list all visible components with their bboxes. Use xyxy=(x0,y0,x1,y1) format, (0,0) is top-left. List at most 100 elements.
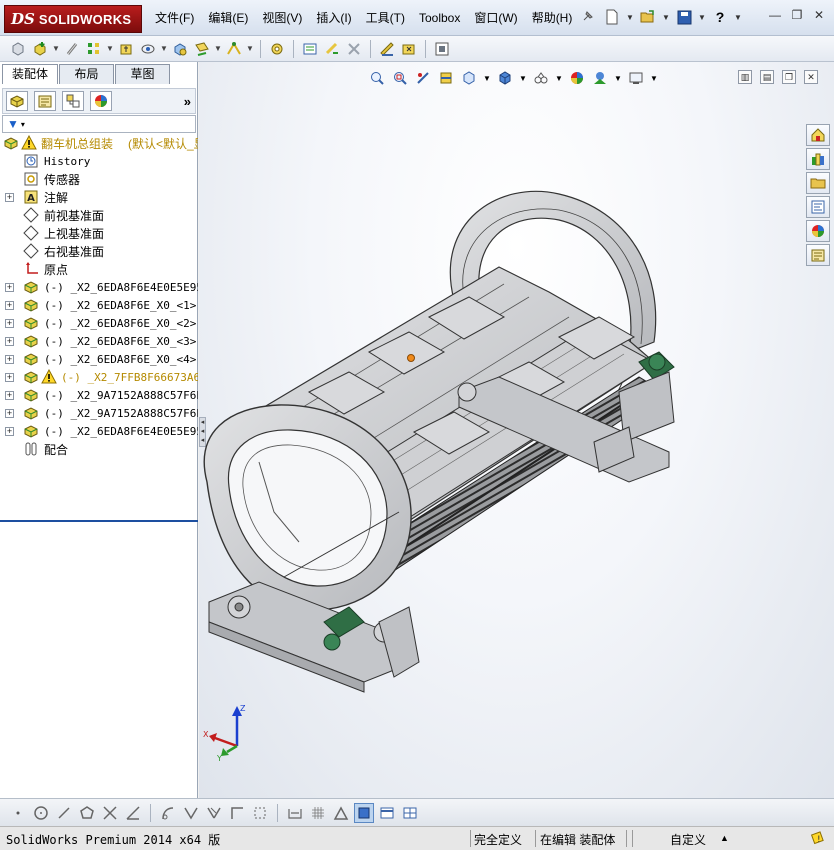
tree-item-component[interactable]: + (-) _X2_6EDA8F6E4E0E5E955F xyxy=(0,422,198,440)
move-component-icon[interactable] xyxy=(116,39,136,59)
motion-dropdown-icon[interactable]: ▼ xyxy=(246,44,254,53)
circle-icon[interactable] xyxy=(31,803,51,823)
insert-components-icon[interactable] xyxy=(30,39,50,59)
configuration-manager-icon[interactable] xyxy=(62,91,84,111)
expand-toggle[interactable]: + xyxy=(5,300,14,310)
shaded-sketch-icon[interactable] xyxy=(354,802,374,823)
mate-icon[interactable] xyxy=(62,39,82,59)
tree-item-component[interactable]: + (-) _X2_6EDA8F6E_X0_<1> ( xyxy=(0,296,198,314)
offset-icon[interactable] xyxy=(158,803,178,823)
interference-detection-icon[interactable] xyxy=(344,39,364,59)
clearance-icon[interactable] xyxy=(377,39,397,59)
tree-item-component[interactable]: + (-) _X2_6EDA8F6E_X0_<3> ( xyxy=(0,332,198,350)
menu-help[interactable]: 帮助(H) xyxy=(525,9,580,27)
save-icon[interactable] xyxy=(673,6,695,28)
graphics-area[interactable]: ◂ ◂ ◂ ▼ ▼ ▼ ▼ ▼ ▥ ▤ ❐ ✕ Z X Y xyxy=(199,62,834,798)
expand-toggle[interactable]: + xyxy=(5,336,14,346)
new-motion-study-icon[interactable] xyxy=(224,39,244,59)
pattern-dropdown-icon[interactable]: ▼ xyxy=(106,44,114,53)
tree-item-sensors[interactable]: 传感器 xyxy=(0,170,198,188)
units-dropdown-icon[interactable]: ▲ xyxy=(720,833,729,843)
insert-dropdown-icon[interactable]: ▼ xyxy=(52,44,60,53)
instant3d-icon[interactable] xyxy=(399,39,419,59)
line-icon[interactable] xyxy=(54,803,74,823)
restore-icon[interactable]: ❐ xyxy=(788,7,806,23)
expand-toggle[interactable]: + xyxy=(5,318,14,328)
explode-line-sketch-icon[interactable] xyxy=(322,39,342,59)
tree-item-annotations[interactable]: + A 注解 xyxy=(0,188,198,206)
solidworks-logo[interactable]: DS SOLIDWORKS xyxy=(4,5,142,33)
close-icon[interactable]: ✕ xyxy=(810,7,828,23)
save-dropdown-icon[interactable]: ▼ xyxy=(698,13,706,22)
help-icon[interactable]: ? xyxy=(709,6,731,28)
menu-toolbox[interactable]: Toolbox xyxy=(412,9,467,27)
tree-item-top-plane[interactable]: 上视基准面 xyxy=(0,224,198,242)
expand-toggle[interactable]: + xyxy=(5,282,14,292)
expand-toggle[interactable]: + xyxy=(5,390,14,400)
polygon-icon[interactable] xyxy=(77,803,97,823)
minimize-icon[interactable]: — xyxy=(766,7,784,23)
menu-file[interactable]: 文件(F) xyxy=(148,9,201,27)
expand-toggle[interactable]: + xyxy=(5,354,14,364)
property-manager-icon[interactable] xyxy=(34,91,56,111)
new-dropdown-icon[interactable]: ▼ xyxy=(626,13,634,22)
rebuild-status-icon[interactable]: ! xyxy=(810,830,826,846)
expand-toggle[interactable]: + xyxy=(5,372,14,382)
centerpoint-rectangle-icon[interactable] xyxy=(250,803,270,823)
relations-icon[interactable] xyxy=(331,803,351,823)
expand-toggle[interactable]: + xyxy=(5,408,14,418)
expand-panel-icon[interactable]: » xyxy=(184,94,191,109)
tree-filter[interactable]: ▼ ▾ xyxy=(2,115,196,133)
open-dropdown-icon[interactable]: ▼ xyxy=(662,13,670,22)
extend-icon[interactable] xyxy=(123,803,143,823)
corner-rectangle-icon[interactable] xyxy=(227,803,247,823)
mirror-icon[interactable] xyxy=(181,803,201,823)
smart-dimension-icon[interactable] xyxy=(285,803,305,823)
tree-item-component[interactable]: + (-) _X2_9A7152A888C57F6E7 xyxy=(0,404,198,422)
refgeom-dropdown-icon[interactable]: ▼ xyxy=(214,44,222,53)
edit-component-icon[interactable] xyxy=(8,39,28,59)
assembly-features-icon[interactable] xyxy=(170,39,190,59)
filter-dropdown-icon[interactable]: ▾ xyxy=(21,120,25,129)
expand-toggle[interactable]: + xyxy=(5,426,14,436)
point-icon[interactable] xyxy=(8,803,28,823)
tree-item-component[interactable]: + (-) _X2_6EDA8F6E_X0_<4> ( xyxy=(0,350,198,368)
menu-insert[interactable]: 插入(I) xyxy=(309,9,358,27)
tree-item-front-plane[interactable]: 前视基准面 xyxy=(0,206,198,224)
assembly-model[interactable] xyxy=(199,62,834,798)
bill-of-materials-icon[interactable] xyxy=(267,39,287,59)
trim-icon[interactable] xyxy=(100,803,120,823)
tree-item-right-plane[interactable]: 右视基准面 xyxy=(0,242,198,260)
pin-icon[interactable] xyxy=(576,6,598,28)
tree-item-component[interactable]: + (-) _X2_9A7152A888C57F6E7 xyxy=(0,386,198,404)
table-icon[interactable] xyxy=(400,803,420,823)
menu-edit[interactable]: 编辑(E) xyxy=(201,9,255,27)
tree-item-history[interactable]: History xyxy=(0,152,198,170)
help-dropdown-icon[interactable]: ▼ xyxy=(734,13,742,22)
tree-root[interactable]: 翻车机总组装 (默认<默认_显 xyxy=(0,134,198,152)
fillet-icon[interactable] xyxy=(204,803,224,823)
menu-tools[interactable]: 工具(T) xyxy=(359,9,412,27)
feature-manager-icon[interactable] xyxy=(6,91,28,111)
menu-view[interactable]: 视图(V) xyxy=(255,9,309,27)
snapshot-icon[interactable] xyxy=(432,39,452,59)
box-view-icon[interactable] xyxy=(377,803,397,823)
show-dropdown-icon[interactable]: ▼ xyxy=(160,44,168,53)
reference-geometry-icon[interactable] xyxy=(192,39,212,59)
tree-item-component[interactable]: + (-) _X2_6EDA8F6E4E0E5E955F xyxy=(0,278,198,296)
grid-icon[interactable] xyxy=(308,803,328,823)
open-icon[interactable] xyxy=(637,6,659,28)
tree-item-component-warning[interactable]: + (-) _X2_7FFB8F66673A672 xyxy=(0,368,198,386)
status-units[interactable]: 自定义 xyxy=(670,831,706,848)
expand-toggle[interactable]: + xyxy=(5,192,14,202)
tab-assembly[interactable]: 装配体 xyxy=(2,64,58,84)
new-document-icon[interactable] xyxy=(601,6,623,28)
tab-sketch[interactable]: 草图 xyxy=(115,64,170,84)
display-manager-icon[interactable] xyxy=(90,91,112,111)
tree-item-origin[interactable]: 原点 xyxy=(0,260,198,278)
tree-item-mates[interactable]: 配合 xyxy=(0,440,198,458)
linear-pattern-icon[interactable] xyxy=(84,39,104,59)
tree-item-component[interactable]: + (-) _X2_6EDA8F6E_X0_<2> ( xyxy=(0,314,198,332)
exploded-view-icon[interactable] xyxy=(300,39,320,59)
tab-layout[interactable]: 布局 xyxy=(59,64,114,84)
